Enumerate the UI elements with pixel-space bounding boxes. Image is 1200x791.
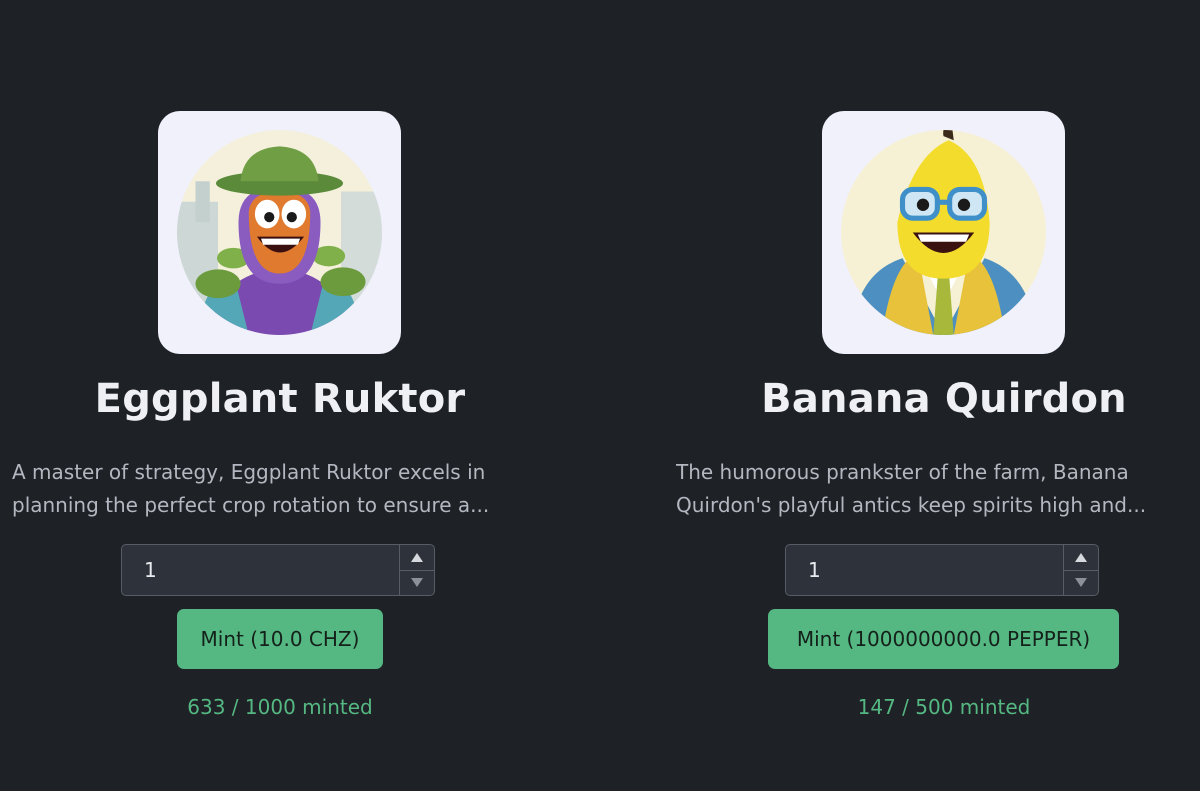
increment-button[interactable]: [1064, 545, 1098, 571]
nft-card-banana: Banana Quirdon The humorous prankster of…: [676, 0, 1196, 791]
mint-button[interactable]: Mint (1000000000.0 PEPPER): [768, 609, 1119, 669]
nft-description-line: Quirdon's playful antics keep spirits hi…: [676, 493, 1147, 517]
quantity-input[interactable]: 1: [121, 544, 435, 596]
nft-description-line: The humorous prankster of the farm, Bana…: [676, 460, 1129, 484]
decrement-button[interactable]: [1064, 570, 1098, 595]
quantity-input[interactable]: 1: [785, 544, 1099, 596]
nft-avatar: [158, 111, 401, 354]
nft-avatar: [822, 111, 1065, 354]
nft-description: The humorous prankster of the farm, Bana…: [676, 456, 1181, 522]
increment-button[interactable]: [400, 545, 434, 571]
quantity-stepper: [399, 545, 434, 595]
caret-down-icon: [1075, 578, 1087, 587]
nft-description-line: A master of strategy, Eggplant Ruktor ex…: [12, 460, 486, 484]
nft-card-eggplant: Eggplant Ruktor A master of strategy, Eg…: [12, 0, 532, 791]
mint-button[interactable]: Mint (10.0 CHZ): [177, 609, 383, 669]
nft-title: Banana Quirdon: [761, 376, 1127, 422]
nft-description-line: planning the perfect crop rotation to en…: [12, 493, 490, 517]
nft-title: Eggplant Ruktor: [94, 376, 466, 422]
quantity-value: 1: [808, 558, 821, 582]
nft-grid: Eggplant Ruktor A master of strategy, Eg…: [0, 0, 1200, 791]
quantity-stepper: [1063, 545, 1098, 595]
caret-down-icon: [411, 578, 423, 587]
caret-up-icon: [411, 553, 423, 562]
minted-count: 633 / 1000 minted: [187, 695, 373, 719]
quantity-value: 1: [144, 558, 157, 582]
banana-character-icon: [841, 130, 1046, 335]
decrement-button[interactable]: [400, 570, 434, 595]
caret-up-icon: [1075, 553, 1087, 562]
nft-description: A master of strategy, Eggplant Ruktor ex…: [12, 456, 517, 522]
eggplant-character-icon: [177, 130, 382, 335]
minted-count: 147 / 500 minted: [857, 695, 1031, 719]
